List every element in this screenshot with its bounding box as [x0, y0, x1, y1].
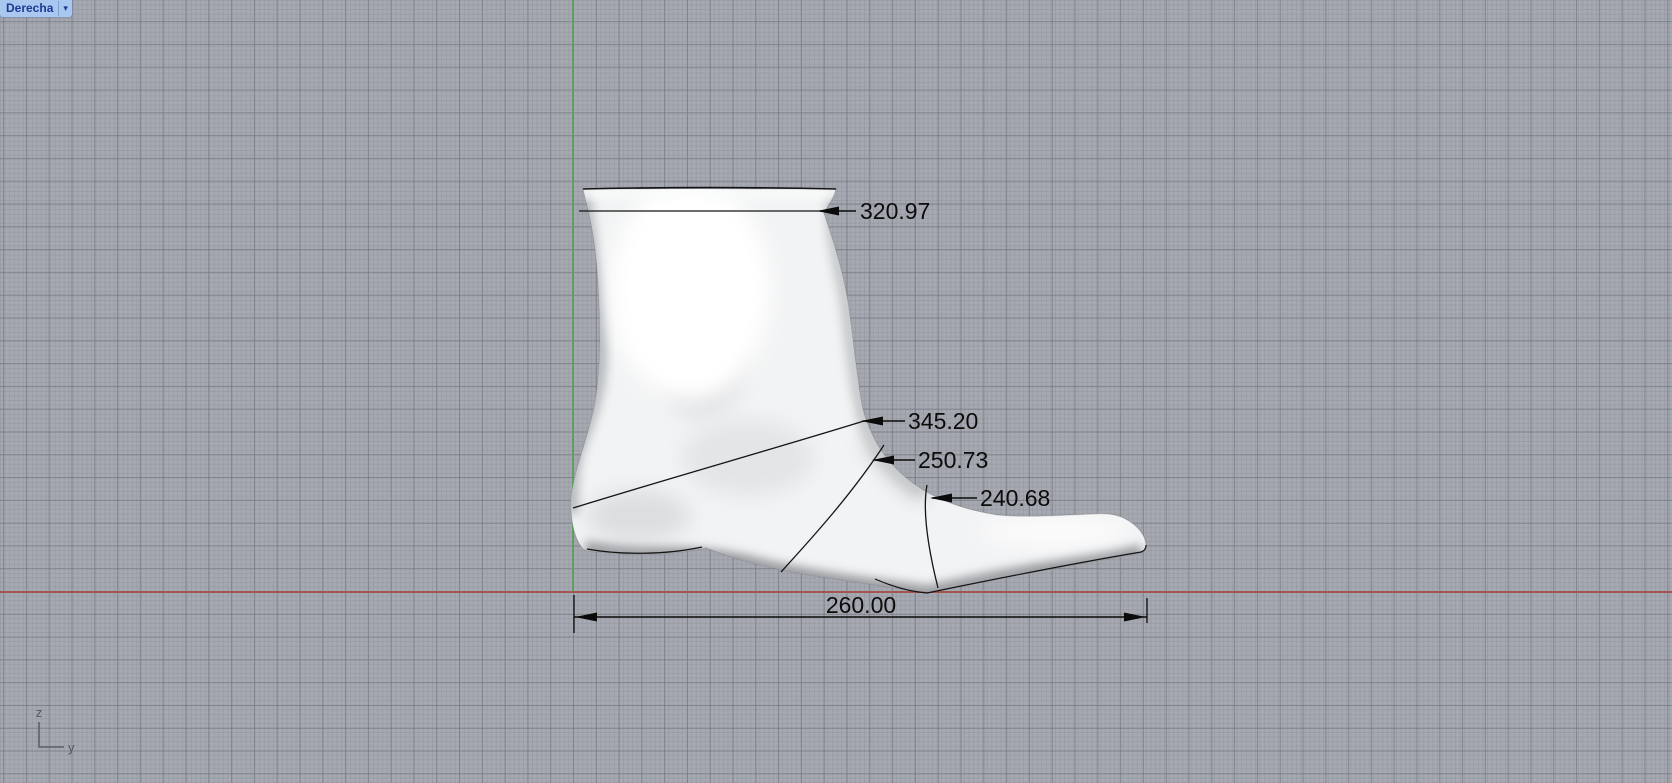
dim-arrow-right-icon — [1124, 612, 1146, 622]
gnomon-axes-icon — [38, 722, 64, 748]
axis-gnomon: z y — [36, 705, 75, 755]
gnomon-z-label: z — [36, 705, 43, 720]
dim-label-foot-length: 260.00 — [826, 592, 896, 618]
shoe-last-model — [570, 186, 1147, 594]
dim-label-waist-girth: 250.73 — [918, 447, 988, 473]
dim-arrow-left-icon — [575, 612, 597, 622]
dim-foot-length: 260.00 — [573, 592, 1148, 633]
dim-instep-girth: 345.20 — [861, 408, 978, 434]
viewport-title-tab[interactable]: Derecha ▾ — [0, 0, 72, 17]
dim-leg-girth: 320.97 — [817, 198, 930, 224]
rhino-viewport-window: 320.97 345.20 250.73 240.68 260.00 z y D… — [0, 0, 1672, 783]
chevron-down-icon[interactable]: ▾ — [59, 1, 72, 17]
gnomon-y-label: y — [68, 740, 75, 755]
scene-svg: 320.97 345.20 250.73 240.68 260.00 z y — [0, 0, 1672, 755]
dim-label-leg-girth: 320.97 — [860, 198, 930, 224]
dim-label-instep-girth: 345.20 — [908, 408, 978, 434]
dim-label-ball-girth: 240.68 — [980, 485, 1050, 511]
viewport-title: Derecha — [6, 1, 54, 15]
